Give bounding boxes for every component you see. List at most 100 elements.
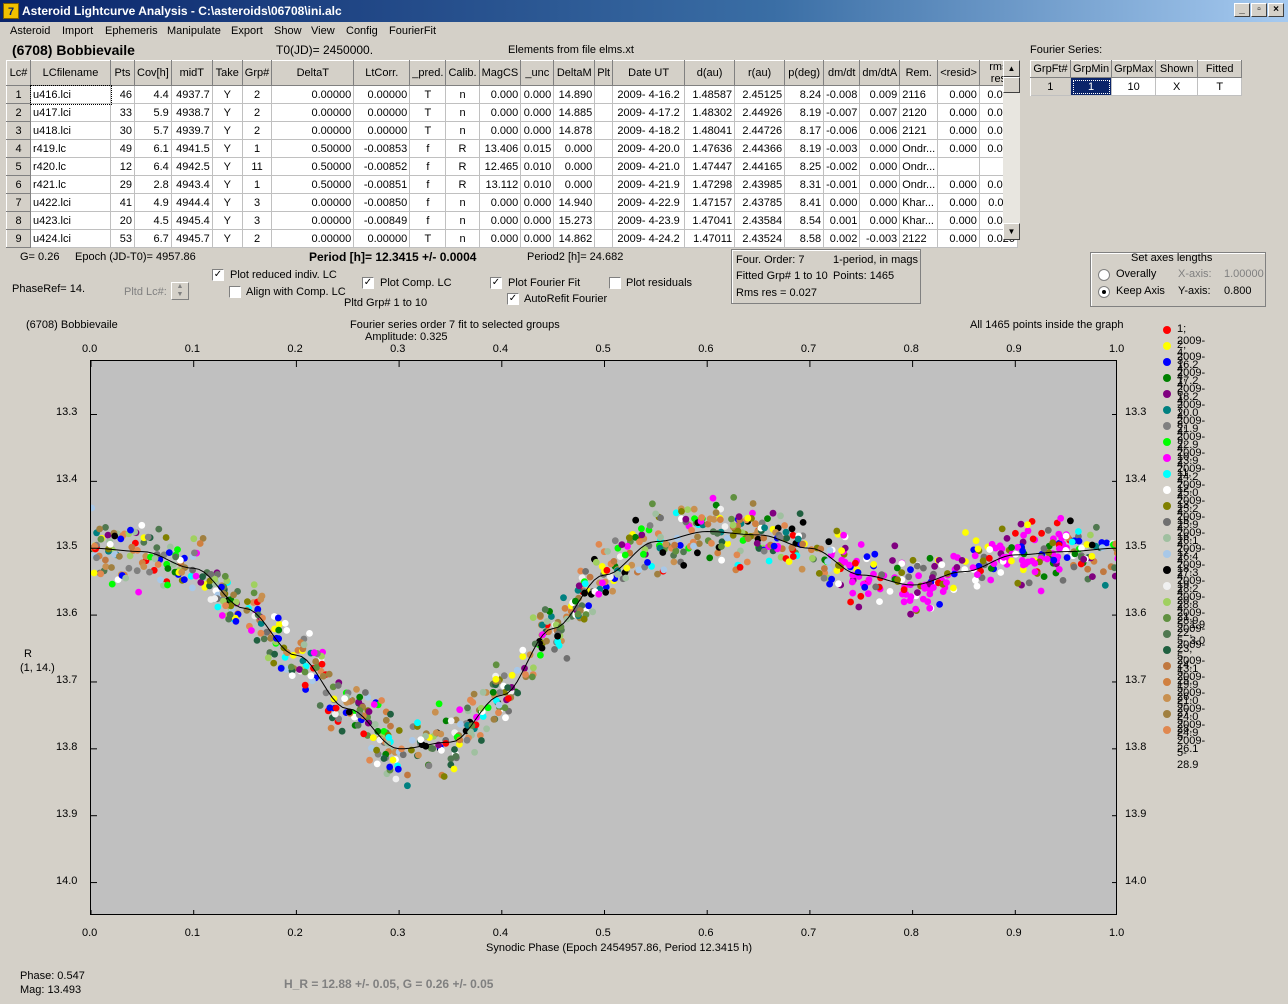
table-cell[interactable]: f [409,193,447,212]
table-cell[interactable]: u417.lci [30,103,111,122]
table-row[interactable]: 9 u424.lci 53 6.7 4945.7 Y 2 0.00000 0.00000 Tn 0.… [6,229,1018,248]
table-cell[interactable]: Khar... [899,211,939,230]
table-cell[interactable]: 3 [6,121,31,140]
table-cell[interactable]: 6.1 [134,139,172,158]
table-cell[interactable]: 0.010 [520,157,555,176]
table-cell[interactable]: Y [212,103,243,122]
fourier-column-header[interactable]: Fitted [1197,60,1243,78]
table-cell[interactable]: 1.48587 [684,85,736,104]
table-cell[interactable]: u424.lci [30,229,111,248]
table-cell[interactable]: R [445,157,480,176]
table-cell[interactable]: f [409,139,447,158]
close-button[interactable]: × [1268,3,1284,17]
table-cell[interactable]: 8.19 [784,139,825,158]
table-cell[interactable]: 0.000 [859,193,901,212]
table-cell[interactable]: u423.lci [30,211,111,230]
table-cell[interactable]: 7 [6,193,31,212]
table-cell[interactable]: 49 [110,139,135,158]
table-cell[interactable] [594,85,614,104]
menu-export[interactable]: Export [231,25,263,37]
table-cell[interactable]: 0.000 [859,139,901,158]
plot-fourier-checkbox[interactable]: ✓ [490,277,502,289]
menu-import[interactable]: Import [62,25,93,37]
column-header[interactable]: LtCorr. [353,60,411,86]
table-cell[interactable]: 46 [110,85,135,104]
table-cell[interactable] [594,193,614,212]
table-cell[interactable]: 8.17 [784,121,825,140]
table-cell[interactable]: 14.890 [553,85,596,104]
menu-manipulate[interactable]: Manipulate [167,25,221,37]
fourier-column-header[interactable]: Shown [1155,60,1199,78]
table-cell[interactable]: 0.000 [520,193,555,212]
table-cell[interactable]: 2.44726 [734,121,786,140]
table-cell[interactable]: 2116 [899,85,939,104]
table-cell[interactable]: 1.47447 [684,157,736,176]
table-cell[interactable]: Ondr... [899,157,939,176]
table-cell[interactable]: 4944.4 [171,193,213,212]
table-cell[interactable]: 2.43524 [734,229,786,248]
table-cell[interactable]: Y [212,85,243,104]
table-cell[interactable]: -0.006 [823,121,861,140]
table-cell[interactable]: 2122 [899,229,939,248]
table-cell[interactable]: 0.00000 [271,229,355,248]
table-row[interactable]: 6 r421.lc 29 2.8 4943.4 Y 1 0.50000 -0.00851 f R 13… [6,175,1018,194]
autorefit-checkbox[interactable]: ✓ [507,293,519,305]
table-cell[interactable]: R [445,175,480,194]
table-cell[interactable]: 2009- 4-16.2 [612,85,686,104]
table-cell[interactable]: n [445,211,480,230]
column-header[interactable]: DeltaT [271,60,355,86]
table-cell[interactable]: n [445,193,480,212]
table-cell[interactable]: 0.001 [823,211,861,230]
table-cell[interactable]: -0.002 [823,157,861,176]
table-cell[interactable]: 0.000 [479,121,522,140]
table-cell[interactable]: 1.48302 [684,103,736,122]
table-cell[interactable]: 20 [110,211,135,230]
column-header[interactable]: p(deg) [784,60,825,86]
table-row[interactable]: 5 r420.lc 12 6.4 4942.5 Y 11 0.50000 -0.00852 f R 1… [6,157,1018,176]
table-cell[interactable]: 1.47298 [684,175,736,194]
plot-reduced-checkbox[interactable]: ✓ [212,269,224,281]
table-cell[interactable]: f [409,157,447,176]
table-cell[interactable]: 2120 [899,103,939,122]
table-cell[interactable]: 5.7 [134,121,172,140]
column-header[interactable]: Pts [110,60,135,86]
table-cell[interactable]: 1.48041 [684,121,736,140]
table-cell[interactable]: 2009- 4-21.0 [612,157,686,176]
table-cell[interactable] [594,139,614,158]
table-cell[interactable]: 0.000 [520,85,555,104]
table-cell[interactable]: 8.58 [784,229,825,248]
table-cell[interactable]: 6 [6,175,31,194]
table-cell[interactable]: u416.lci [29,84,112,105]
table-cell[interactable]: 8.19 [784,103,825,122]
table-cell[interactable]: 4943.4 [171,175,213,194]
table-cell[interactable]: n [445,85,480,104]
table-cell[interactable]: 13.112 [479,175,522,194]
yaxis-value[interactable]: 0.800 [1224,285,1252,297]
table-cell[interactable] [594,157,614,176]
plot-comp-checkbox[interactable]: ✓ [362,277,374,289]
minimize-button[interactable]: _ [1234,3,1250,17]
table-cell[interactable]: Y [212,229,243,248]
scroll-thumb[interactable] [1003,77,1020,93]
table-cell[interactable]: 0.000 [937,103,980,122]
table-cell[interactable]: Ondr... [899,139,939,158]
table-row[interactable]: 8 u423.lci 20 4.5 4945.4 Y 3 0.00000 -0.00849 f n 0… [6,211,1018,230]
table-cell[interactable]: 0.00000 [353,85,411,104]
column-header[interactable]: Grp# [241,60,273,86]
table-cell[interactable] [594,229,614,248]
table-cell[interactable]: 0.006 [859,121,901,140]
menu-show[interactable]: Show [274,25,302,37]
menu-config[interactable]: Config [346,25,378,37]
pltd-lc-spinner[interactable]: ▲ ▼ [171,282,189,300]
column-header[interactable]: Date UT [612,60,686,86]
table-cell[interactable]: 0.000 [520,121,555,140]
table-cell[interactable]: 2 [242,229,273,248]
table-cell[interactable]: 0.00000 [271,121,355,140]
table-cell[interactable]: 2.43985 [734,175,786,194]
table-cell[interactable]: 2 [242,103,273,122]
table-cell[interactable]: 0.000 [937,175,980,194]
table-row[interactable]: 2 u417.lci 33 5.9 4938.7 Y 2 0.00000 0.00000 Tn 0.… [6,103,1018,122]
column-header[interactable]: MagCS [478,60,522,86]
table-cell[interactable]: 0.000 [937,211,980,230]
column-header[interactable]: midT [170,60,213,86]
